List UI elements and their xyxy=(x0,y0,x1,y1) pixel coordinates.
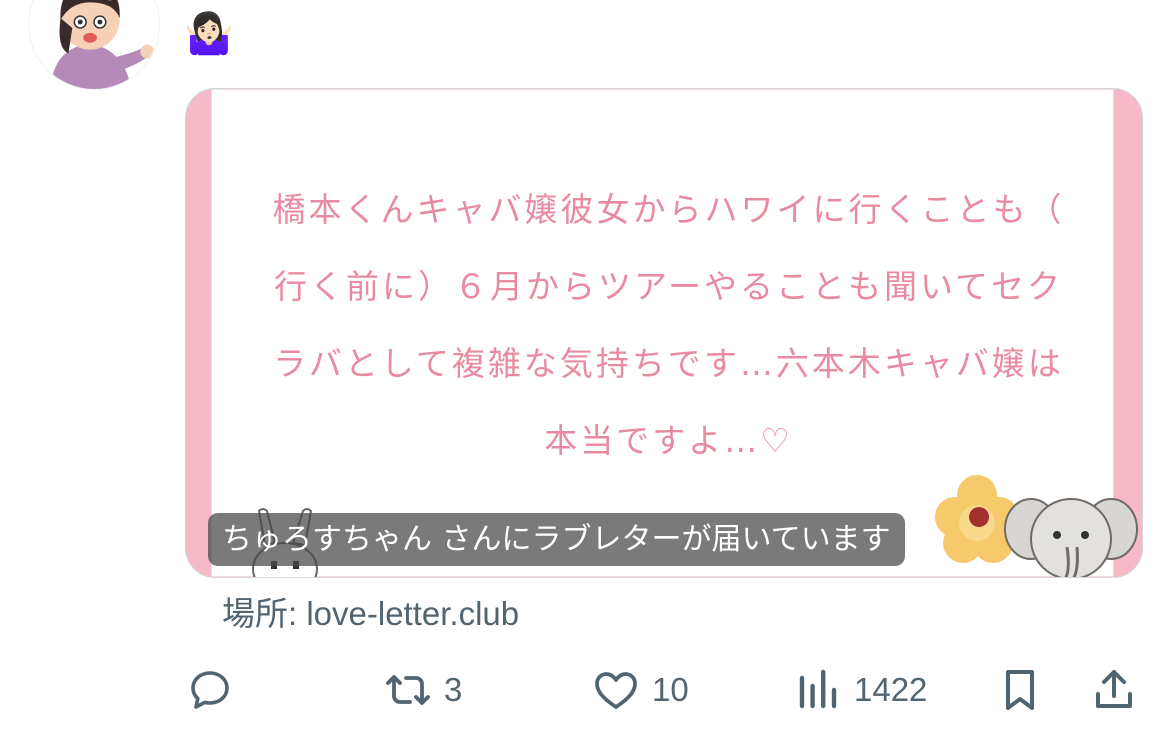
share-button[interactable] xyxy=(1090,660,1138,720)
letter-text: 橋本くんキャバ嬢彼女からハワイに行くことも（ 行く前に）６月からツアーやることも… xyxy=(272,190,1065,460)
reply-button[interactable] xyxy=(186,660,234,720)
author-avatar[interactable] xyxy=(28,0,160,90)
bookmark-icon xyxy=(1006,670,1034,710)
retweet-icon xyxy=(386,675,430,705)
heart-icon xyxy=(595,672,637,709)
views-chart-icon xyxy=(799,669,837,709)
link-card[interactable]: 橋本くんキャバ嬢彼女からハワイに行くことも（ 行く前に）６月からツアーやることも… xyxy=(185,88,1143,578)
tweet: 🤷🏻‍♀️ 橋本くんキャバ嬢彼女からハワイに行くことも（ 行く前に）６月からツア… xyxy=(0,0,1170,752)
share-icon xyxy=(1096,670,1132,708)
avatar-illustration-icon xyxy=(29,0,159,89)
tweet-text: 🤷🏻‍♀️ xyxy=(184,11,234,57)
bookmark-button[interactable] xyxy=(996,660,1044,720)
like-button[interactable]: 10 xyxy=(592,660,689,720)
elephant-icon xyxy=(1004,498,1138,577)
letter-paper: 橋本くんキャバ嬢彼女からハワイに行くことも（ 行く前に）６月からツアーやることも… xyxy=(211,89,1138,577)
card-caption: ちゅろすちゃん さんにラブレターが届いています xyxy=(208,513,905,566)
like-count: 10 xyxy=(652,671,689,708)
retweet-count: 3 xyxy=(444,671,463,708)
action-bar: 3 10 1422 xyxy=(0,660,1170,720)
views-count: 1422 xyxy=(854,671,928,708)
reply-icon xyxy=(191,671,229,709)
card-source-link[interactable]: 場所: love-letter.club xyxy=(222,592,519,636)
views-button[interactable]: 1422 xyxy=(794,660,927,720)
retweet-button[interactable]: 3 xyxy=(384,660,462,720)
